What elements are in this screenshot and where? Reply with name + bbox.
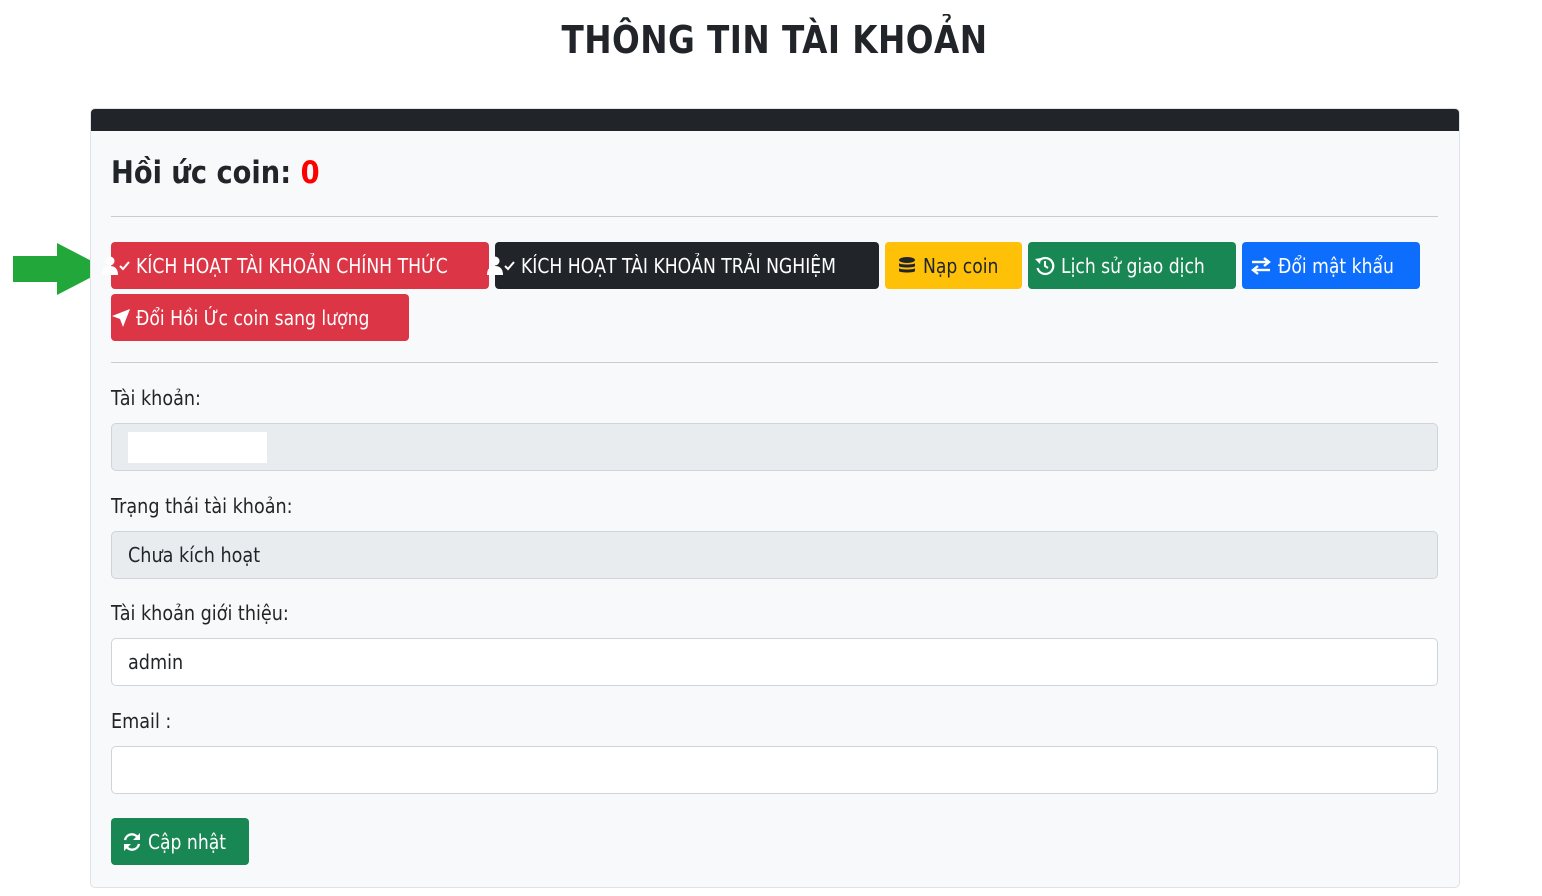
change-password-label: Đổi mật khẩu (1277, 253, 1394, 278)
account-status-value: Chưa kích hoạt (128, 543, 261, 567)
exchange-icon (1250, 256, 1271, 275)
account-label: Tài khoản: (111, 386, 201, 410)
card-header (91, 109, 1459, 131)
referrer-value: admin (128, 650, 184, 674)
convert-coin-label: Đổi Hồi Ức coin sang lượng (136, 305, 370, 330)
divider (111, 362, 1438, 363)
account-status-field: Chưa kích hoạt (111, 531, 1438, 579)
referrer-field[interactable]: admin (111, 638, 1438, 686)
redacted-account-value (128, 431, 267, 463)
convert-coin-button[interactable]: Đổi Hồi Ức coin sang lượng (111, 294, 409, 341)
activate-trial-label: KÍCH HOẠT TÀI KHOẢN TRẢI NGHIỆM (520, 253, 836, 278)
activate-official-button[interactable]: KÍCH HOẠT TÀI KHOẢN CHÍNH THỨC (101, 242, 489, 289)
top-up-coin-button[interactable]: Nạp coin (885, 242, 1022, 289)
location-arrow-icon (112, 308, 131, 327)
transaction-history-button[interactable]: Lịch sử giao dịch (1028, 242, 1236, 289)
update-button[interactable]: Cập nhật (111, 818, 249, 865)
refresh-icon (123, 832, 140, 851)
referrer-label: Tài khoản giới thiệu: (111, 601, 289, 625)
activate-official-label: KÍCH HOẠT TÀI KHOẢN CHÍNH THỨC (135, 253, 448, 278)
coin-balance: Hồi ức coin: 0 (111, 155, 320, 191)
account-status-label: Trạng thái tài khoản: (111, 494, 293, 518)
coin-value: 0 (300, 155, 320, 191)
account-field (111, 423, 1438, 471)
transaction-history-label: Lịch sử giao dịch (1061, 253, 1206, 278)
page-title: THÔNG TIN TÀI KHOẢN (561, 18, 988, 62)
activate-trial-button[interactable]: KÍCH HOẠT TÀI KHOẢN TRẢI NGHIỆM (486, 242, 879, 289)
coins-icon (898, 256, 915, 272)
user-check-icon (101, 256, 130, 275)
top-up-coin-label: Nạp coin (922, 253, 999, 278)
user-check-icon (486, 256, 515, 275)
update-label: Cập nhật (147, 829, 226, 854)
change-password-button[interactable]: Đổi mật khẩu (1242, 242, 1420, 289)
account-info-card: Hồi ức coin: 0 KÍCH HOẠT TÀI KHOẢN CHÍNH… (90, 108, 1460, 888)
email-label: Email : (111, 709, 172, 733)
history-icon (1035, 256, 1055, 275)
email-field[interactable] (111, 746, 1438, 794)
coin-label: Hồi ức coin: (111, 155, 292, 191)
divider (111, 216, 1438, 217)
